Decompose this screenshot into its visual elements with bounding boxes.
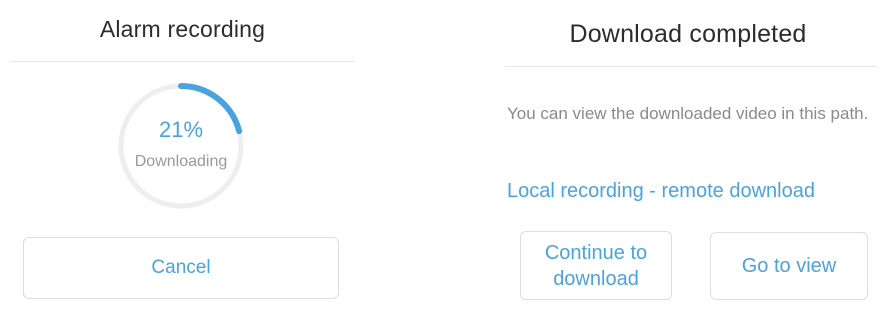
download-completed-dialog: Download completed You can view the down… xyxy=(495,0,881,323)
progress-status: Downloading xyxy=(134,153,228,170)
alarm-recording-dialog: Alarm recording 21% Downloading Cancel xyxy=(0,0,365,323)
dialog-title: Alarm recording xyxy=(99,16,266,42)
dialog-title: Download completed xyxy=(569,20,807,48)
download-path-link[interactable]: Local recording - remote download xyxy=(507,180,815,203)
go-to-view-button[interactable]: Go to view xyxy=(710,232,868,300)
title-divider xyxy=(505,66,877,67)
download-message: You can view the downloaded video in thi… xyxy=(507,104,869,123)
screen: Alarm recording 21% Downloading Cancel D… xyxy=(0,0,881,323)
download-progress-ring: 21% Downloading xyxy=(114,79,248,213)
continue-download-button[interactable]: Continue to download xyxy=(520,231,672,300)
cancel-button[interactable]: Cancel xyxy=(23,237,339,299)
progress-ring-graphic xyxy=(118,83,244,209)
title-divider xyxy=(10,61,355,62)
progress-percent: 21% xyxy=(158,117,204,142)
